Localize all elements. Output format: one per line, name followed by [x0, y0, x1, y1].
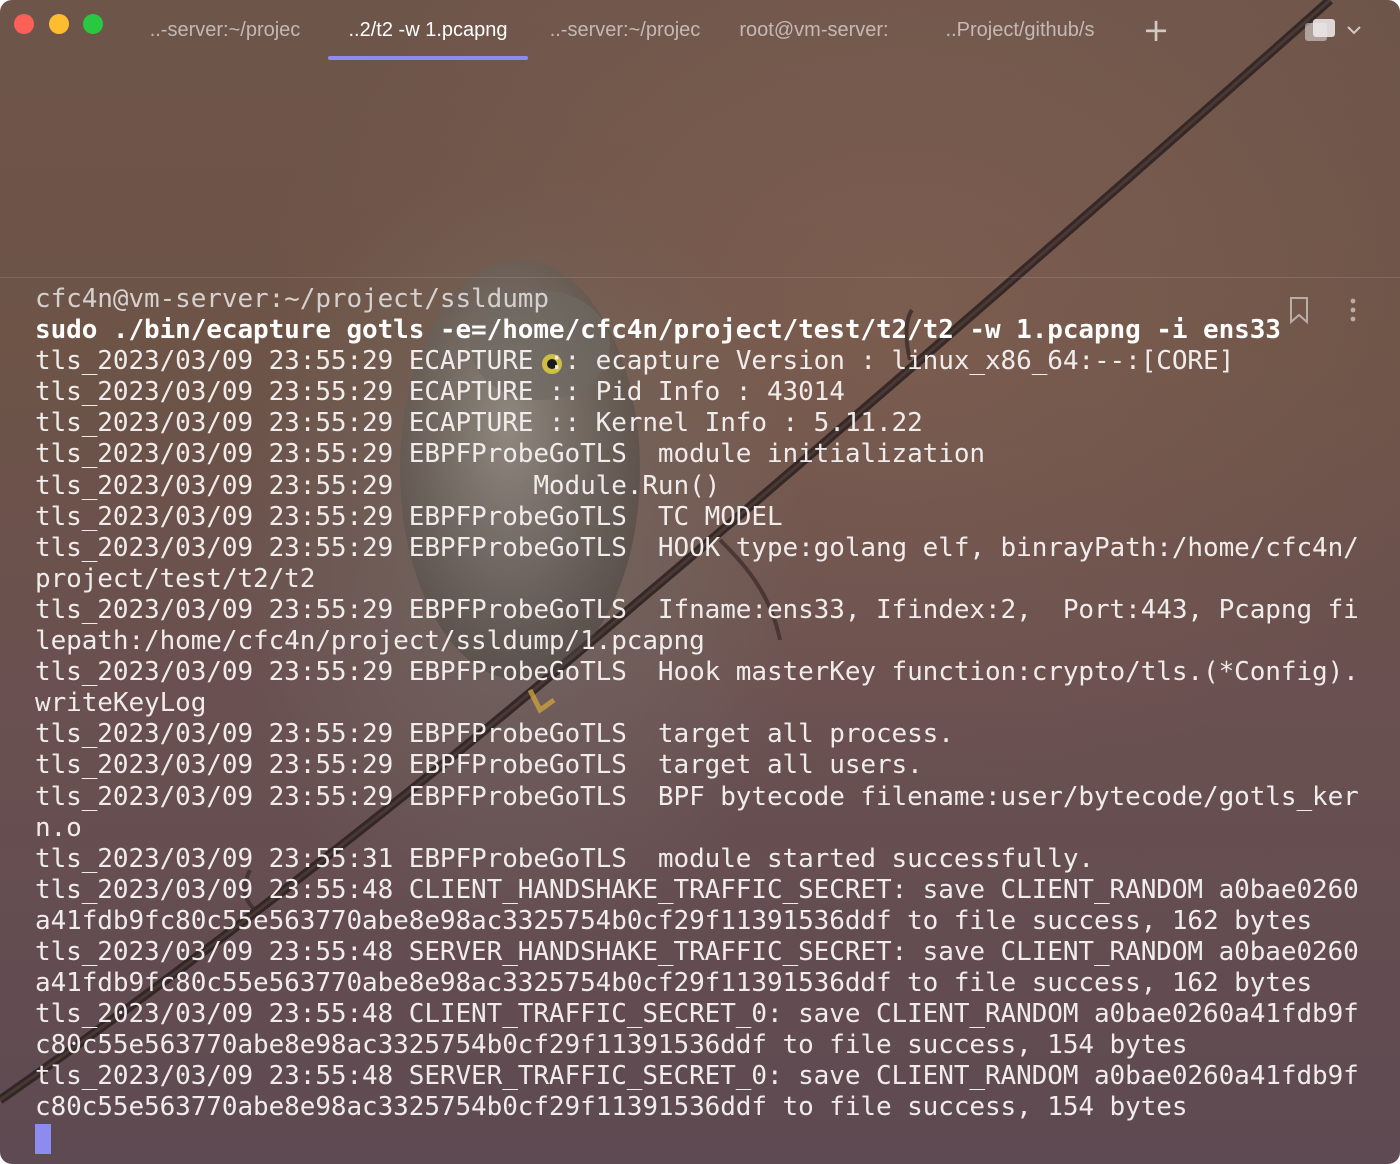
log-line: tls_2023/03/09 23:55:29 EBPFProbeGoTLS B… — [35, 781, 1359, 812]
log-line: tls_2023/03/09 23:55:29 EBPFProbeGoTLS H… — [35, 532, 1359, 563]
terminal-output[interactable]: cfc4n@vm-server:~/project/ssldump sudo .… — [35, 284, 1365, 1155]
log-line: tls_2023/03/09 23:55:29 ECAPTURE :: Kern… — [35, 408, 923, 439]
log-line: tls_2023/03/09 23:55:48 CLIENT_HANDSHAKE… — [35, 874, 1359, 905]
log-line: tls_2023/03/09 23:55:29 Module.Run() — [35, 470, 721, 501]
log-line: tls_2023/03/09 23:55:29 EBPFProbeGoTLS t… — [35, 750, 923, 781]
pane-divider — [0, 277, 1400, 278]
log-line: tls_2023/03/09 23:55:29 EBPFProbeGoTLS m… — [35, 439, 985, 470]
terminal-cursor — [35, 1123, 51, 1154]
log-line: tls_2023/03/09 23:55:29 EBPFProbeGoTLS H… — [35, 657, 1359, 688]
log-line: tls_2023/03/09 23:55:48 SERVER_TRAFFIC_S… — [35, 1061, 1359, 1092]
log-line: n.o — [35, 812, 82, 843]
tab-2-active[interactable]: ..2/t2 -w 1.pcapng — [332, 0, 524, 60]
tab-5[interactable]: ..Project/github/s — [932, 0, 1108, 60]
shell-command: sudo ./bin/ecapture gotls -e=/home/cfc4n… — [35, 315, 1281, 346]
log-line: lepath:/home/cfc4n/project/ssldump/1.pca… — [35, 626, 705, 657]
log-line: tls_2023/03/09 23:55:29 ECAPTURE :: ecap… — [35, 346, 1235, 377]
split-view-icon[interactable] — [1304, 18, 1336, 42]
log-line: c80c55e563770abe8e98ac3325754b0cf29f1139… — [35, 1030, 1188, 1061]
tab-bar: ..-server:~/projec ..2/t2 -w 1.pcapng ..… — [0, 0, 1400, 60]
zoom-window-button[interactable] — [83, 14, 103, 34]
log-line: a41fdb9fc80c55e563770abe8e98ac3325754b0c… — [35, 968, 1313, 999]
more-vertical-icon[interactable] — [1342, 296, 1364, 324]
shell-prompt: cfc4n@vm-server:~/project/ssldump — [35, 284, 549, 314]
close-window-button[interactable] — [14, 14, 34, 34]
bookmark-icon[interactable] — [1287, 296, 1311, 324]
chevron-down-icon[interactable] — [1344, 20, 1364, 40]
log-line: tls_2023/03/09 23:55:48 CLIENT_TRAFFIC_S… — [35, 999, 1359, 1030]
log-lines: tls_2023/03/09 23:55:29 ECAPTURE :: ecap… — [35, 346, 1365, 1123]
tab-1[interactable]: ..-server:~/projec — [140, 0, 310, 60]
new-tab-button[interactable]: + — [1140, 12, 1172, 48]
log-line: c80c55e563770abe8e98ac3325754b0cf29f1139… — [35, 1092, 1188, 1123]
tab-3[interactable]: ..-server:~/projec — [540, 0, 710, 60]
log-line: a41fdb9fc80c55e563770abe8e98ac3325754b0c… — [35, 905, 1313, 936]
log-line: tls_2023/03/09 23:55:31 EBPFProbeGoTLS m… — [35, 843, 1094, 874]
minimize-window-button[interactable] — [49, 14, 69, 34]
log-line: writeKeyLog — [35, 688, 207, 719]
log-line: project/test/t2/t2 — [35, 563, 316, 594]
log-line: tls_2023/03/09 23:55:29 EBPFProbeGoTLS I… — [35, 594, 1359, 625]
log-line: tls_2023/03/09 23:55:29 ECAPTURE :: Pid … — [35, 377, 845, 408]
terminal-window: ..-server:~/projec ..2/t2 -w 1.pcapng ..… — [0, 0, 1400, 1164]
cursor-line — [35, 1123, 1365, 1155]
log-line: tls_2023/03/09 23:55:29 EBPFProbeGoTLS t… — [35, 719, 954, 750]
tab-4[interactable]: root@vm-server: — [730, 0, 898, 60]
active-tab-indicator — [328, 56, 528, 60]
log-line: tls_2023/03/09 23:55:48 SERVER_HANDSHAKE… — [35, 936, 1359, 967]
log-line: tls_2023/03/09 23:55:29 EBPFProbeGoTLS T… — [35, 501, 783, 532]
